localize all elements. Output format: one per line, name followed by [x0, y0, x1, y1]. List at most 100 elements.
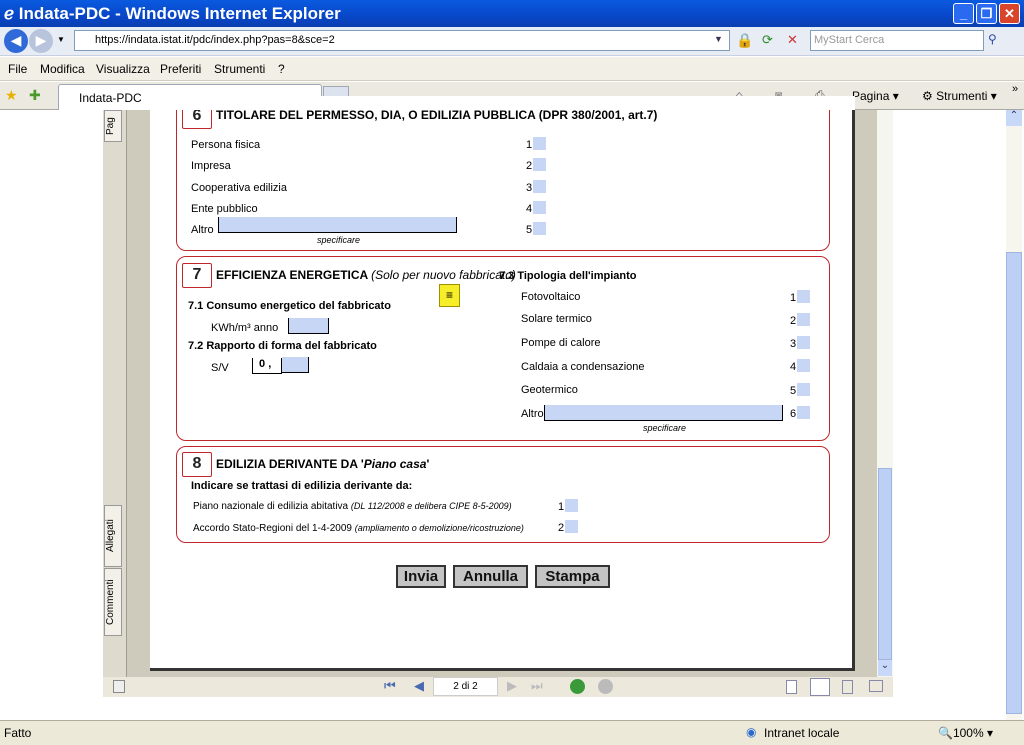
page-clip: [150, 96, 855, 110]
maximize-button[interactable]: ❐: [976, 3, 997, 24]
option-note: (ampliamento o demolizione/ricostruzione…: [354, 523, 524, 533]
option-code: 1: [558, 501, 565, 513]
zone-text: Intranet locale: [764, 726, 840, 740]
strumenti-menu[interactable]: ⚙ Strumenti ▾: [922, 89, 997, 103]
option-label: Geotermico: [521, 384, 578, 396]
panel-toggle-icon[interactable]: [113, 680, 125, 693]
option-code: 2: [558, 522, 565, 534]
checkbox-fotovoltaico[interactable]: [797, 290, 810, 303]
option-code: 2: [526, 160, 533, 172]
prev-page-icon[interactable]: ◀: [414, 678, 424, 694]
toolbar-overflow[interactable]: »: [1012, 83, 1018, 95]
altro-specify-input[interactable]: [218, 217, 457, 233]
subtitle-text: (Solo per nuovo fabbricato): [371, 268, 516, 282]
option-code: 1: [790, 292, 797, 304]
back-button[interactable]: ◀: [4, 29, 28, 53]
section-number: 8: [182, 452, 212, 477]
option-label: Caldaia a condensazione: [521, 361, 645, 373]
checkbox-geotermico[interactable]: [797, 383, 810, 396]
consumo-input[interactable]: [288, 318, 329, 334]
tab-allegati[interactable]: Allegati: [104, 505, 122, 567]
search-icon[interactable]: ⚲: [988, 32, 997, 46]
menu-file[interactable]: File: [8, 62, 27, 76]
minimize-button[interactable]: _: [953, 3, 974, 24]
specify-caption: specificare: [643, 423, 687, 433]
pdf-scrollbar[interactable]: ⌄: [877, 110, 893, 677]
address-dropdown-icon[interactable]: ▼: [714, 34, 723, 44]
menu-visualizza[interactable]: Visualizza: [96, 62, 150, 76]
checkbox-ente-pubblico[interactable]: [533, 201, 546, 214]
browser-scrollbar[interactable]: ⌃: [1006, 110, 1022, 720]
facing-continuous-icon[interactable]: [842, 680, 853, 694]
altro-impianto-input[interactable]: [544, 405, 783, 421]
tab-commenti[interactable]: Commenti: [104, 568, 122, 636]
option-text: Accordo Stato-Regioni del 1-4-2009: [193, 523, 355, 534]
send-button[interactable]: Invia: [396, 565, 446, 588]
pdf-scroll-thumb[interactable]: [878, 468, 892, 660]
option-label: Pompe di calore: [521, 337, 601, 349]
checkbox-impresa[interactable]: [533, 158, 546, 171]
option-code: 6: [790, 408, 797, 420]
pdf-toolbar: ⏮ ◀ ▶ ⏭: [103, 677, 893, 697]
facing-page-icon[interactable]: [869, 680, 883, 692]
sticky-note-icon[interactable]: ≡: [439, 284, 460, 307]
option-label: Altro: [521, 408, 544, 420]
checkbox-pompe-calore[interactable]: [797, 336, 810, 349]
menu-help[interactable]: ?: [278, 62, 285, 76]
add-favorite-icon[interactable]: ✚: [29, 87, 41, 104]
history-dropdown-icon[interactable]: ▼: [57, 35, 65, 44]
unit-label: KWh/m³ anno: [211, 322, 279, 334]
tab-pages[interactable]: Pag: [104, 110, 122, 142]
menu-bar: File Modifica Visualizza Preferiti Strum…: [0, 57, 1024, 81]
option-code: 3: [526, 182, 533, 194]
page-number-input[interactable]: 2 di 2: [433, 677, 498, 696]
scroll-down-icon[interactable]: ⌄: [878, 660, 892, 676]
title-italic: Piano casa: [363, 457, 427, 471]
menu-preferiti[interactable]: Preferiti: [160, 62, 201, 76]
subsection-title: 7.1 Consumo energetico del fabbricato: [188, 300, 391, 312]
sv-input[interactable]: [282, 357, 309, 373]
last-page-icon[interactable]: ⏭: [531, 678, 543, 694]
address-input[interactable]: https://indata.istat.it/pdc/index.php?pa…: [74, 30, 730, 51]
checkbox-caldaia[interactable]: [797, 359, 810, 372]
first-page-icon[interactable]: ⏮: [384, 678, 396, 694]
favorites-star-icon[interactable]: ★: [5, 87, 18, 104]
checkbox-persona-fisica[interactable]: [533, 137, 546, 150]
pagina-menu[interactable]: Pagina ▾: [852, 89, 899, 103]
refresh-icon[interactable]: ⟳: [762, 32, 773, 48]
menu-modifica[interactable]: Modifica: [40, 62, 85, 76]
continuous-page-icon[interactable]: [810, 678, 830, 696]
option-code: 1: [526, 139, 533, 151]
scroll-up-icon[interactable]: ⌃: [1006, 110, 1022, 126]
zoom-control[interactable]: 🔍100% ▾: [938, 726, 993, 740]
print-button[interactable]: Stampa: [535, 565, 610, 588]
browser-scroll-thumb[interactable]: [1006, 252, 1022, 714]
instruction-text: Indicare se trattasi di edilizia derivan…: [191, 480, 413, 492]
next-view-icon[interactable]: [598, 679, 613, 694]
checkbox-accordo[interactable]: [565, 520, 578, 533]
search-input[interactable]: MyStart Cerca: [810, 30, 984, 51]
option-code: 5: [790, 385, 797, 397]
status-bar: Fatto ◉ Intranet locale 🔍100% ▾: [0, 720, 1024, 745]
lock-icon[interactable]: 🔒: [736, 32, 753, 49]
forward-button[interactable]: ▶: [29, 29, 53, 53]
cancel-button[interactable]: Annulla: [453, 565, 528, 588]
tab-label: Indata-PDC: [79, 91, 142, 105]
checkbox-solare-termico[interactable]: [797, 313, 810, 326]
section-title: EDILIZIA DERIVANTE DA 'Piano casa': [216, 457, 429, 471]
strumenti-label: Strumenti: [936, 89, 988, 103]
previous-view-icon[interactable]: [570, 679, 585, 694]
single-page-icon[interactable]: [786, 680, 797, 694]
checkbox-cooperativa[interactable]: [533, 180, 546, 193]
next-page-icon[interactable]: ▶: [507, 678, 517, 694]
checkbox-altro[interactable]: [533, 222, 546, 235]
option-label: Piano nazionale di edilizia abitativa (D…: [193, 501, 512, 512]
title-bar: ℯ Indata-PDC - Windows Internet Explorer: [0, 0, 1024, 27]
section-number: 7: [182, 263, 212, 288]
checkbox-altro-impianto[interactable]: [797, 406, 810, 419]
close-button[interactable]: ✕: [999, 3, 1020, 24]
checkbox-piano-nazionale[interactable]: [565, 499, 578, 512]
menu-strumenti[interactable]: Strumenti: [214, 62, 265, 76]
option-label: Ente pubblico: [191, 203, 258, 215]
stop-icon[interactable]: ✕: [787, 32, 798, 48]
